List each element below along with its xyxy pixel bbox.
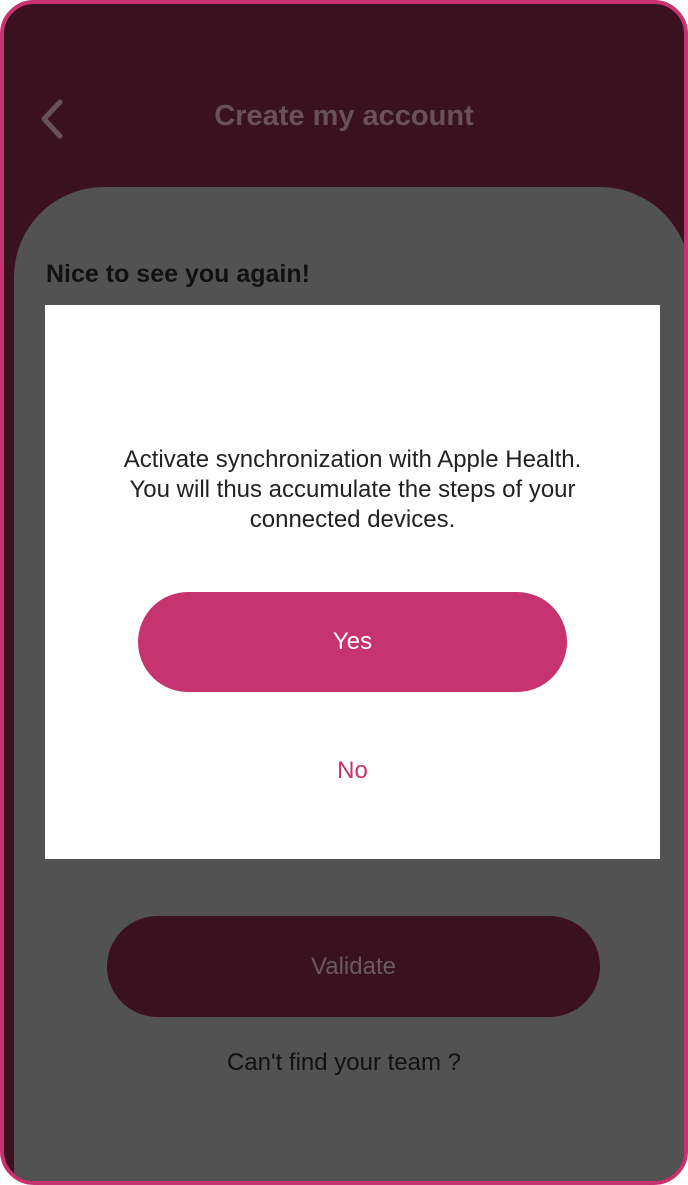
- cant-find-team-link[interactable]: Can't find your team ?: [4, 1049, 684, 1077]
- header: Create my account: [4, 4, 684, 194]
- welcome-heading: Nice to see you again!: [46, 260, 310, 288]
- page-title: Create my account: [214, 100, 474, 132]
- yes-button[interactable]: Yes: [138, 592, 567, 692]
- app-screen: Create my account Nice to see you again!…: [0, 0, 688, 1185]
- no-button[interactable]: No: [45, 757, 660, 785]
- validate-button[interactable]: Validate: [107, 916, 600, 1017]
- apple-health-dialog: Activate synchronization with Apple Heal…: [45, 305, 660, 859]
- dialog-message: Activate synchronization with Apple Heal…: [123, 446, 582, 533]
